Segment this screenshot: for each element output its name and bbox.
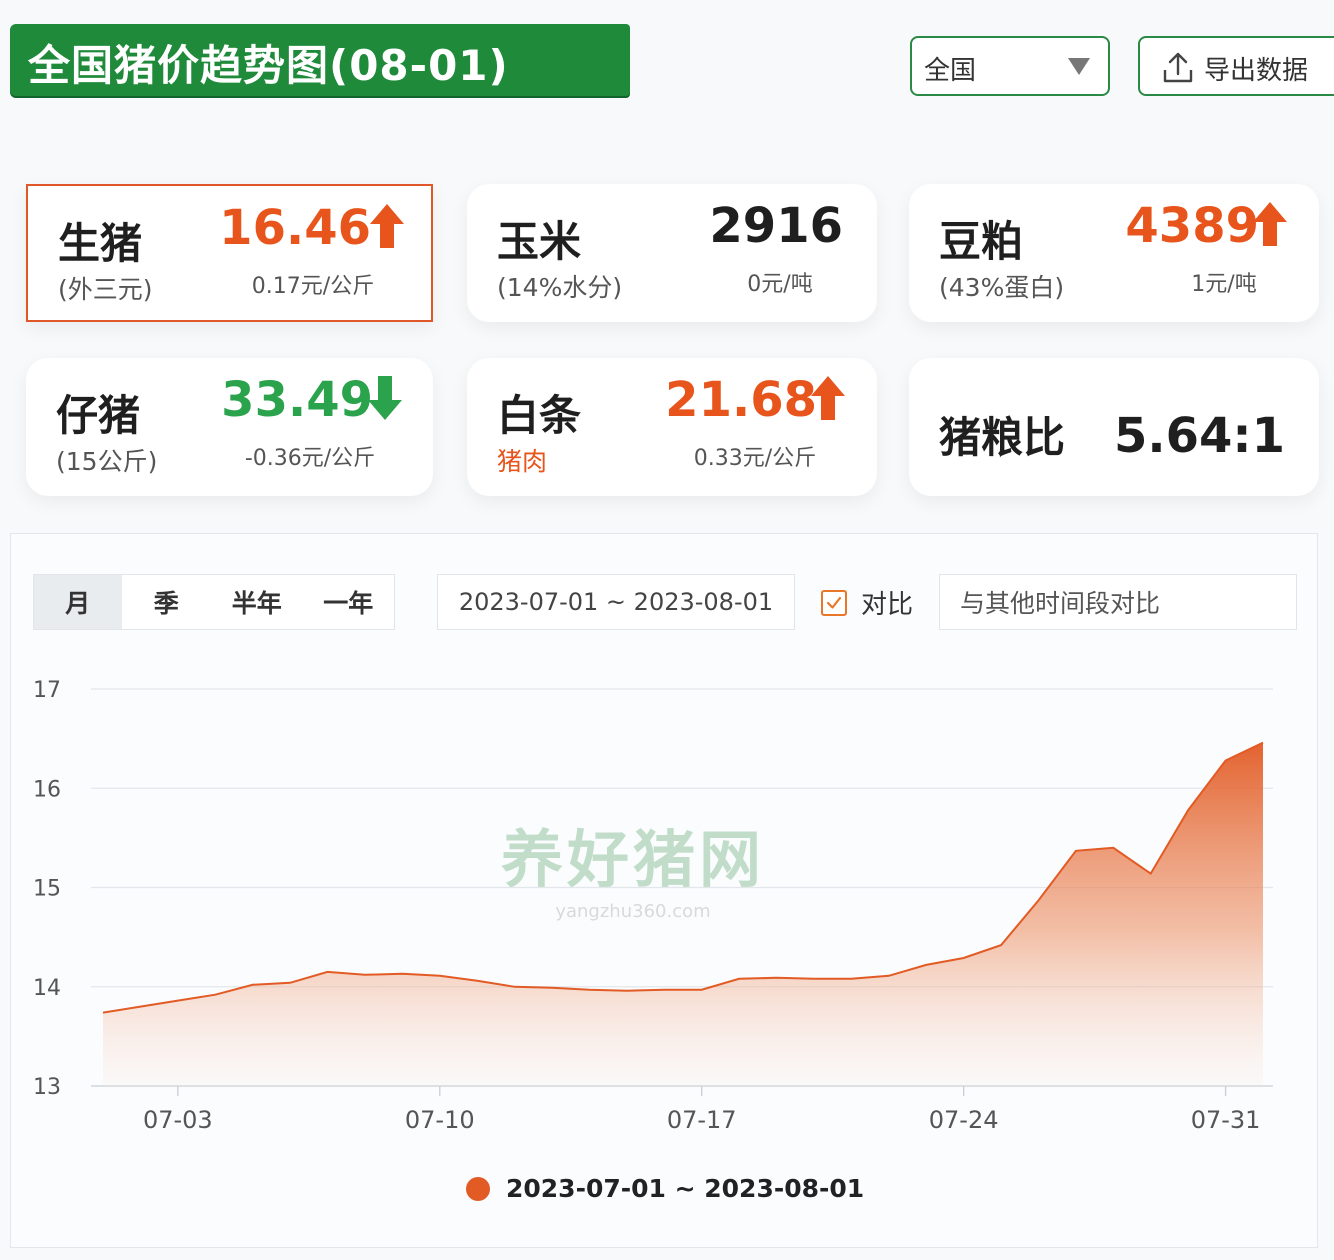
title-banner: 全国猪价趋势图(08-01) <box>10 24 630 96</box>
card-pork-carcass[interactable]: 白条 猪肉 21.68 0.33元/公斤 <box>467 358 877 496</box>
y-tick-label: 17 <box>33 678 61 703</box>
card-change: 0元/吨 <box>747 272 813 297</box>
card-name: 豆粕 <box>939 217 1024 266</box>
region-select-value: 全国 <box>924 56 977 86</box>
export-label: 导出数据 <box>1204 56 1309 86</box>
y-tick-label: 15 <box>33 877 61 902</box>
arrow-down-icon <box>368 376 402 420</box>
chevron-down-icon <box>1068 58 1090 75</box>
card-change: -0.36元/公斤 <box>244 446 376 471</box>
card-value: 5.64:1 <box>1113 408 1285 464</box>
arrow-up-icon <box>811 376 845 420</box>
card-soybean-meal[interactable]: 豆粕 (43%蛋白) 4389 1元/吨 <box>909 184 1319 322</box>
card-change: 1元/吨 <box>1191 272 1257 297</box>
page-title: 全国猪价趋势图(08-01) <box>28 41 509 90</box>
card-sub: (外三元) <box>58 275 153 304</box>
card-hog-grain-ratio[interactable]: 猪粮比 5.64:1 <box>909 358 1319 496</box>
export-data-button[interactable]: 导出数据 <box>1138 36 1334 96</box>
x-tick-label: 07-31 <box>1191 1106 1261 1134</box>
legend-label: 2023-07-01 ~ 2023-08-01 <box>506 1174 865 1203</box>
arrow-up-icon <box>1253 202 1287 246</box>
card-change: 0.33元/公斤 <box>693 446 817 471</box>
legend[interactable]: 2023-07-01 ~ 2023-08-01 <box>466 1174 864 1203</box>
card-sub: (15公斤) <box>56 447 158 476</box>
card-change: 0.17元/公斤 <box>251 274 375 299</box>
card-sub: 猪肉 <box>497 447 548 476</box>
card-value: 16.46 <box>219 200 371 256</box>
card-corn[interactable]: 玉米 (14%水分) 2916 0元/吨 <box>467 184 877 322</box>
card-name: 玉米 <box>497 217 582 266</box>
y-tick-label: 14 <box>33 976 61 1001</box>
card-name: 仔猪 <box>56 391 141 440</box>
card-name: 白条 <box>497 391 582 440</box>
card-value: 2916 <box>709 198 843 254</box>
y-axis: 13 14 15 16 17 <box>33 678 61 1100</box>
x-tick-label: 07-03 <box>143 1106 213 1134</box>
card-value: 21.68 <box>665 372 817 428</box>
card-sub: (14%水分) <box>497 273 623 302</box>
y-tick-label: 13 <box>33 1075 61 1100</box>
series-area-fill <box>103 742 1263 1086</box>
price-area-chart: 13 14 15 16 17 07-03 07-10 07-17 07-24 07-31 <box>33 678 1273 1134</box>
series-area <box>102 741 1264 1086</box>
x-axis: 07-03 07-10 07-17 07-24 07-31 <box>143 1086 1260 1134</box>
x-tick-label: 07-10 <box>405 1106 475 1134</box>
card-name: 生猪 <box>58 219 143 268</box>
card-sub: (43%蛋白) <box>939 273 1065 302</box>
card-value: 4389 <box>1125 198 1259 254</box>
card-name: 猪粮比 <box>939 413 1066 462</box>
legend-swatch <box>466 1176 490 1201</box>
x-tick-label: 07-17 <box>667 1106 737 1134</box>
upload-icon <box>1163 52 1193 83</box>
card-live-hog[interactable]: 生猪 (外三元) 16.46 0.17元/公斤 <box>26 184 433 322</box>
arrow-up-icon <box>370 204 404 248</box>
card-piglet[interactable]: 仔猪 (15公斤) 33.49 -0.36元/公斤 <box>26 358 433 496</box>
chart-panel: 月 季 半年 一年 2023-07-01 ~ 2023-08-01 对比 与其他… <box>10 533 1318 1248</box>
x-tick-label: 07-24 <box>929 1106 999 1134</box>
region-select[interactable]: 全国 <box>910 36 1110 96</box>
card-value: 33.49 <box>221 372 373 428</box>
y-tick-label: 16 <box>33 777 61 802</box>
